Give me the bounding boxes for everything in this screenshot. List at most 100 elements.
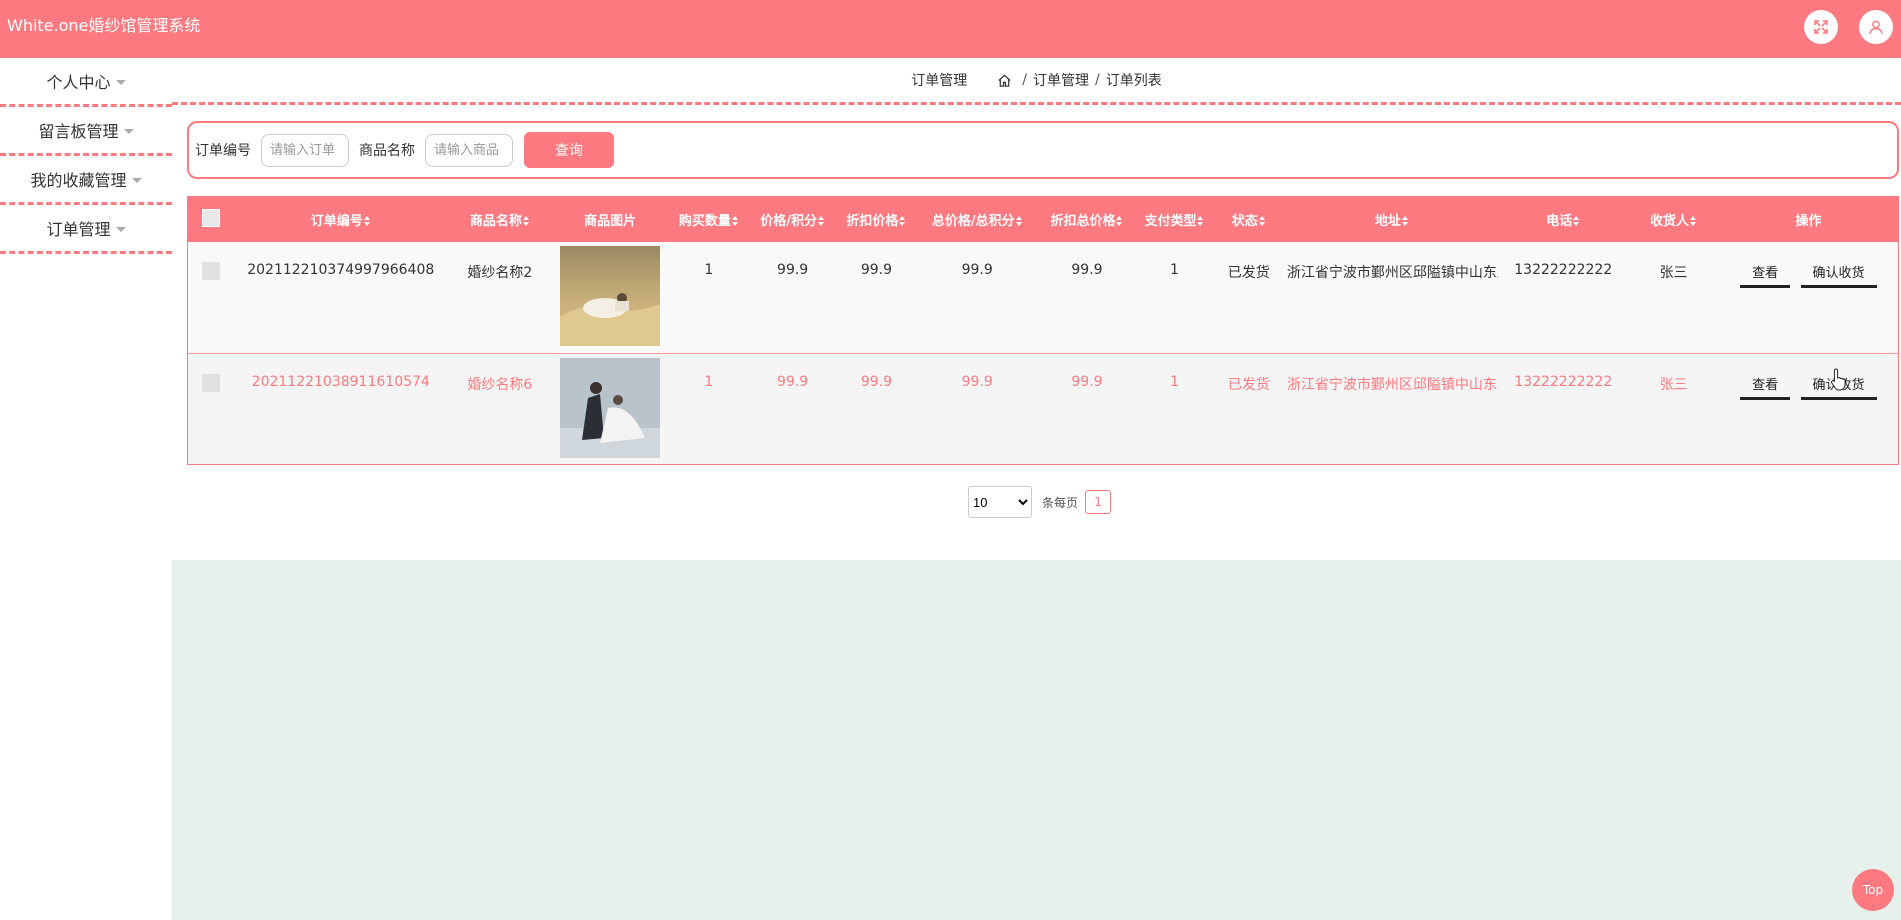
column-header-discount-total[interactable]: 折扣总价格	[1037, 197, 1138, 242]
caret-down-icon	[115, 79, 126, 85]
sidebar-item-message-board[interactable]: 留言板管理	[0, 107, 172, 156]
discount-price-cell: 99.9	[860, 373, 893, 390]
page-size-select[interactable]: 10	[968, 486, 1032, 518]
sidebar-item-label: 个人中心	[46, 73, 111, 92]
sidebar-item-label: 留言板管理	[38, 122, 119, 141]
sidebar: 个人中心 留言板管理 我的收藏管理 订单管理	[0, 58, 172, 254]
hand-cursor-icon	[1831, 368, 1846, 391]
discount-price-cell: 99.9	[860, 262, 893, 278]
phone-cell: 13222222222	[1514, 262, 1613, 278]
order-no-cell: 20211221037499796640​8	[247, 262, 435, 278]
caret-down-icon	[115, 226, 126, 232]
price-cell: 99.9	[777, 262, 809, 278]
select-all-checkbox[interactable]	[202, 208, 221, 227]
column-header-actions: 操作	[1795, 214, 1822, 229]
sort-icon[interactable]	[1401, 216, 1409, 226]
fullscreen-icon[interactable]	[1804, 10, 1838, 44]
product-image-wedding-photo	[560, 357, 661, 458]
product-image-wedding-photo	[560, 246, 661, 346]
breadcrumb-item-orders[interactable]: 订单管理	[1033, 70, 1089, 90]
column-header-qty[interactable]: 购买数量	[667, 197, 750, 242]
price-cell: 99.9	[777, 373, 809, 390]
select-all-cell	[188, 197, 235, 242]
actions-cell: 查看 确认收货	[1719, 353, 1898, 464]
sort-icon[interactable]	[1690, 216, 1697, 226]
footer-area	[172, 560, 1901, 920]
column-header-product[interactable]: 商品名称	[447, 197, 553, 242]
phone-cell: 13222222222	[1514, 373, 1613, 390]
discount-total-cell: 99.9	[1071, 262, 1103, 278]
actions-cell: 查看 确认收货	[1719, 242, 1898, 353]
breadcrumb-separator: /	[1022, 72, 1027, 88]
page-number-1[interactable]: 1	[1085, 490, 1112, 514]
row-checkbox[interactable]	[202, 262, 221, 280]
user-icon[interactable]	[1859, 10, 1893, 44]
address-cell: 浙江省宁波市鄞州区邱隘镇中山东路	[1286, 265, 1499, 281]
search-panel: 订单编号 商品名称 查询	[187, 121, 1899, 179]
view-button[interactable]: 查看	[1740, 262, 1791, 288]
total-cell: 99.9	[961, 373, 993, 390]
column-header-order-no[interactable]: 订单编号	[235, 197, 447, 242]
sort-icon[interactable]	[731, 216, 739, 226]
sort-icon[interactable]	[1197, 216, 1204, 226]
column-header-discount-price[interactable]: 折扣价格	[835, 197, 918, 242]
product-name-label: 商品名称	[359, 143, 415, 159]
product-cell: 婚纱名称6	[467, 376, 533, 393]
product-image-cell	[553, 353, 668, 464]
sort-icon[interactable]	[1258, 216, 1266, 226]
orders-table: 订单编号 商品名称 商品图片 购买数量 价格/积分 折扣价格 总价格/总积分 折…	[187, 196, 1899, 465]
qty-cell: 1	[704, 373, 714, 390]
column-header-pay-type[interactable]: 支付类型	[1137, 197, 1211, 242]
table-row: 20211221037499796640​8 婚纱名称2	[188, 242, 1898, 353]
breadcrumb-item-order-list: 订单列表	[1105, 73, 1162, 89]
sidebar-item-personal-center[interactable]: 个人中心	[0, 58, 172, 107]
table-header-row: 订单编号 商品名称 商品图片 购买数量 价格/积分 折扣价格 总价格/总积分 折…	[188, 197, 1898, 242]
confirm-receipt-button[interactable]: 确认收货	[1800, 262, 1877, 288]
sort-icon[interactable]	[1116, 216, 1123, 226]
row-checkbox[interactable]	[202, 373, 221, 392]
column-header-image: 商品图片	[584, 214, 637, 229]
sidebar-item-favorites[interactable]: 我的收藏管理	[0, 156, 172, 205]
app-title: White.one婚纱馆管理系统	[7, 16, 201, 35]
address-cell: 浙江省宁波市鄞州区邱隘镇中山东路	[1286, 376, 1499, 393]
product-image-cell	[553, 242, 668, 353]
column-header-price[interactable]: 价格/积分	[750, 197, 835, 242]
sort-icon[interactable]	[1015, 216, 1023, 226]
column-header-phone[interactable]: 电话	[1498, 197, 1628, 242]
status-cell: 已发货	[1227, 265, 1270, 281]
total-cell: 99.9	[961, 262, 993, 278]
per-page-label: 条每页	[1042, 495, 1079, 510]
breadcrumb: 订单管理 / 订单管理 / 订单列表	[172, 58, 1901, 105]
column-header-total[interactable]: 总价格/总积分	[918, 197, 1037, 242]
product-name-input[interactable]	[425, 133, 513, 167]
pagination: 10 条每页 1	[968, 486, 1112, 518]
view-button[interactable]: 查看	[1740, 374, 1791, 400]
order-no-cell: 20211221038911610574	[251, 373, 430, 390]
sort-icon[interactable]	[818, 216, 825, 226]
caret-down-icon	[123, 128, 134, 134]
discount-total-cell: 99.9	[1071, 373, 1103, 390]
table-row: 20211221038911610574 婚纱名称6 1 99.9 99.9 9…	[188, 353, 1898, 464]
sort-icon[interactable]	[522, 216, 530, 226]
pay-type-cell: 1	[1170, 373, 1179, 390]
column-header-status[interactable]: 状态	[1212, 197, 1286, 242]
sort-icon[interactable]	[1573, 216, 1580, 226]
top-bar: White.one婚纱馆管理系统	[0, 0, 1901, 58]
qty-cell: 1	[704, 262, 714, 278]
sidebar-item-orders[interactable]: 订单管理	[0, 205, 172, 254]
query-button[interactable]: 查询	[524, 132, 614, 168]
status-cell: 已发货	[1227, 376, 1270, 393]
caret-down-icon	[131, 177, 142, 183]
home-icon[interactable]	[997, 73, 1012, 88]
column-header-address[interactable]: 地址	[1286, 197, 1498, 242]
order-no-input[interactable]	[261, 133, 349, 167]
product-cell: 婚纱名称2	[467, 265, 533, 281]
sort-icon[interactable]	[363, 216, 371, 226]
section-title: 订单管理	[911, 73, 968, 89]
breadcrumb-separator: /	[1095, 72, 1100, 88]
column-header-receiver[interactable]: 收货人	[1628, 197, 1718, 242]
sort-icon[interactable]	[899, 216, 906, 226]
back-to-top-button[interactable]: Top	[1852, 869, 1894, 911]
order-no-label: 订单编号	[195, 143, 251, 159]
sidebar-item-label: 我的收藏管理	[30, 171, 127, 190]
